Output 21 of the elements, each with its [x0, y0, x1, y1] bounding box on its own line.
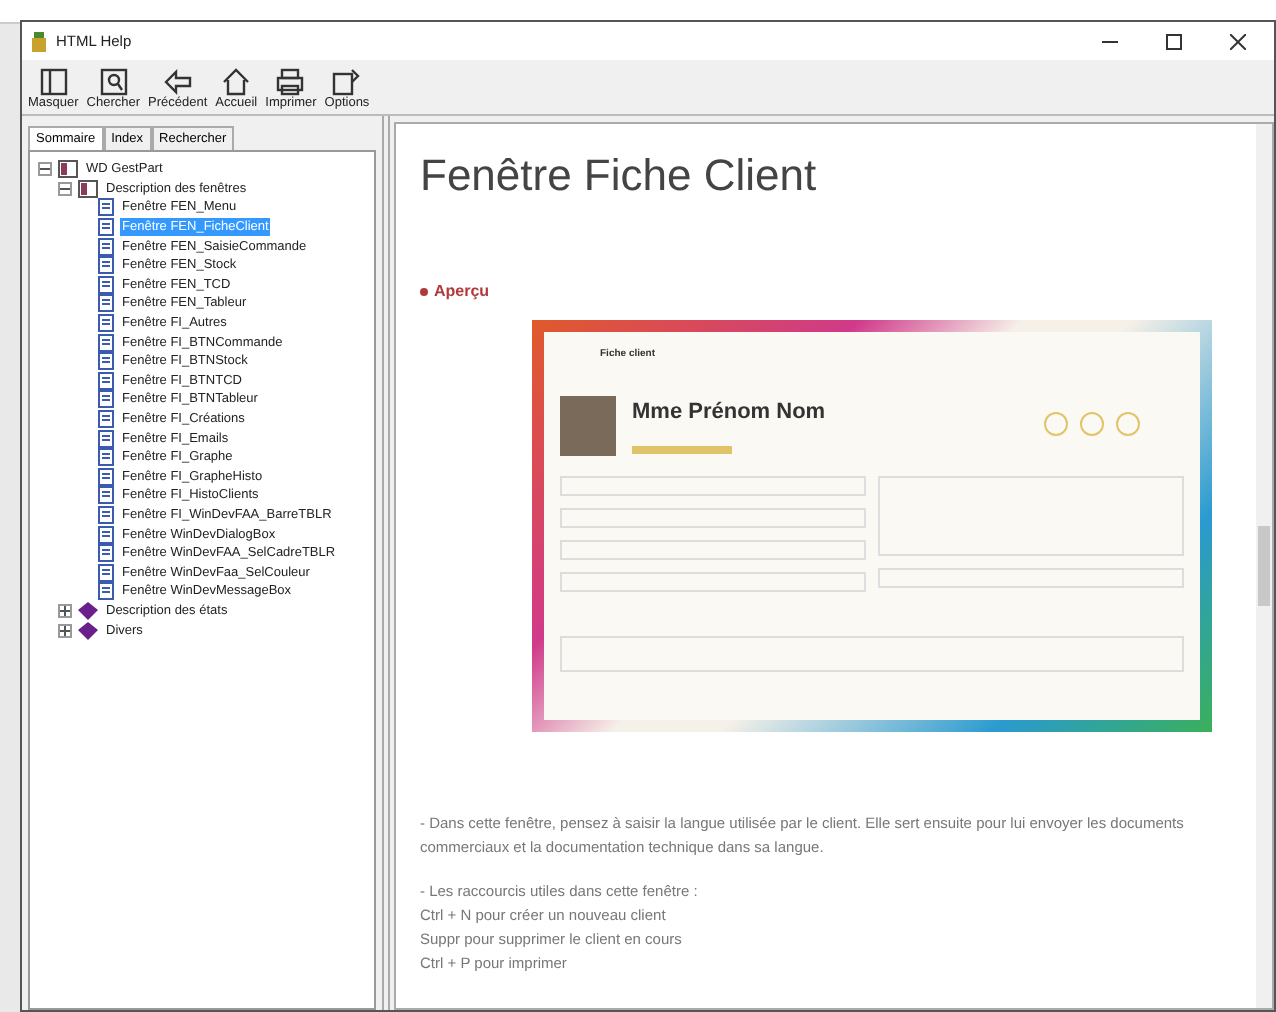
options-icon — [330, 68, 363, 96]
back-arrow-icon — [161, 68, 194, 96]
search-icon — [97, 68, 130, 96]
section-heading: Aperçu — [434, 280, 490, 304]
expand-toggle[interactable] — [58, 603, 72, 618]
collapse-toggle[interactable] — [38, 162, 52, 177]
phone-placeholder — [632, 445, 732, 454]
preview-name: Mme Prénom Nom — [632, 398, 826, 429]
maximize-icon — [1166, 33, 1182, 49]
book-icon — [58, 160, 78, 179]
app-icon — [30, 31, 48, 51]
bullet-icon — [420, 288, 428, 296]
home-icon — [220, 68, 253, 96]
close-icon — [1230, 33, 1246, 49]
printer-icon — [274, 68, 307, 96]
collapse-toggle[interactable] — [58, 181, 72, 196]
panel-icon — [37, 68, 70, 96]
photo-placeholder — [560, 395, 616, 455]
book-icon — [78, 179, 98, 198]
expand-toggle[interactable] — [58, 623, 72, 638]
page-title: Fenêtre Fiche Client — [420, 148, 819, 204]
